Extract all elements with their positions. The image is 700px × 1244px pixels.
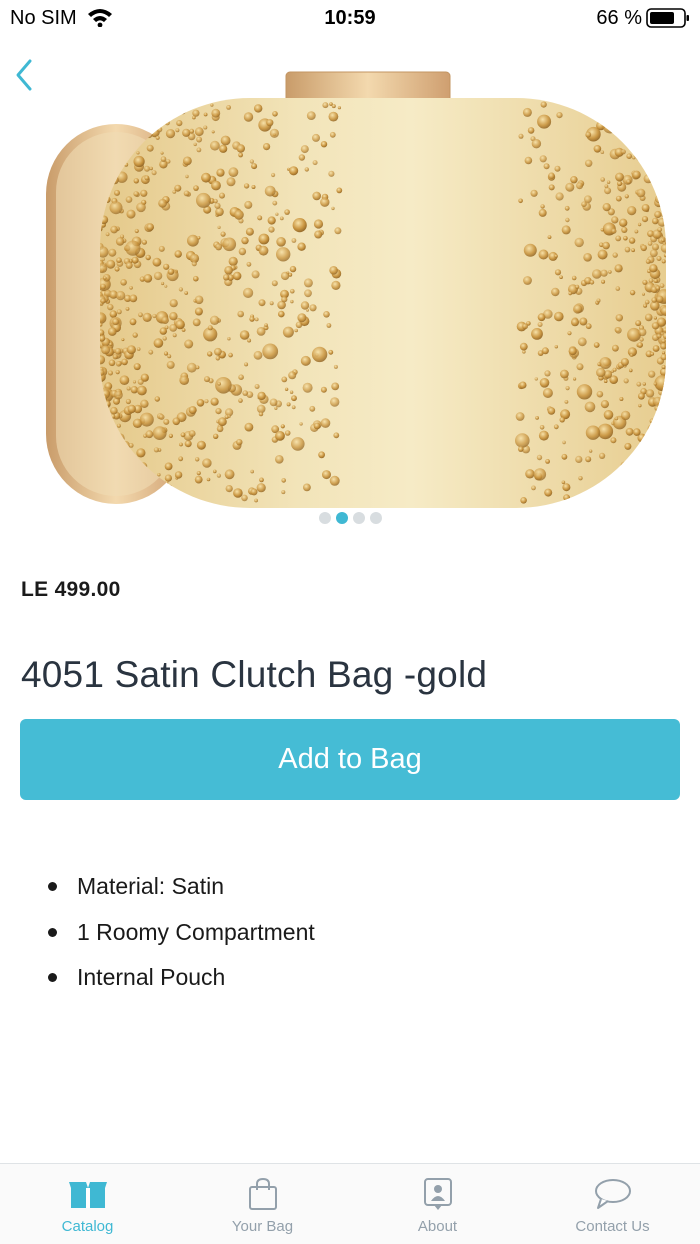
catalog-box-icon <box>68 1176 108 1212</box>
feature-text: Material: Satin <box>77 873 225 900</box>
bullet <box>48 973 57 983</box>
pager-dot[interactable] <box>318 512 331 524</box>
back-button[interactable] <box>8 54 40 96</box>
battery-icon <box>646 8 689 28</box>
product-image[interactable] <box>40 66 670 540</box>
feature-item: 1 Roomy Compartment <box>48 910 315 956</box>
tab-your-bag[interactable]: Your Bag <box>175 1164 350 1244</box>
tab-label: About <box>417 1218 458 1235</box>
tab-label: Your Bag <box>231 1218 294 1235</box>
bullet <box>48 927 57 937</box>
pager-dot[interactable] <box>352 512 365 524</box>
feature-list: Material: Satin 1 Roomy Compartment Inte… <box>48 864 315 1001</box>
product-title: 4051 Satin Clutch Bag -gold <box>21 654 488 695</box>
tab-catalog[interactable]: Catalog <box>0 1164 175 1244</box>
tab-label: Contact Us <box>575 1218 650 1235</box>
chat-bubble-icon <box>593 1176 633 1212</box>
battery-percentage: 66 % <box>596 7 642 29</box>
feature-text: 1 Roomy Compartment <box>77 918 315 945</box>
chevron-left-icon <box>16 59 32 91</box>
tab-contact-us[interactable]: Contact Us <box>525 1164 700 1244</box>
feature-item: Material: Satin <box>48 864 315 910</box>
shopping-bag-icon <box>243 1176 283 1212</box>
feature-item: Internal Pouch <box>48 955 315 1001</box>
pager-dot[interactable] <box>369 512 382 524</box>
pager-dot[interactable] <box>335 512 348 524</box>
clock: 10:59 <box>324 7 376 29</box>
feature-text: Internal Pouch <box>77 964 226 991</box>
status-bar: No SIM 10:59 66 % <box>0 0 700 40</box>
image-pager[interactable] <box>0 512 700 524</box>
bullet <box>48 882 57 892</box>
tab-about[interactable]: About <box>350 1164 525 1244</box>
product-price: LE 499.00 <box>21 578 121 601</box>
tab-label: Catalog <box>61 1218 114 1235</box>
add-to-bag-button[interactable]: Add to Bag <box>20 719 680 800</box>
tab-bar: Catalog Your Bag About Contact Us <box>0 1163 700 1244</box>
contact-card-icon <box>418 1176 458 1212</box>
